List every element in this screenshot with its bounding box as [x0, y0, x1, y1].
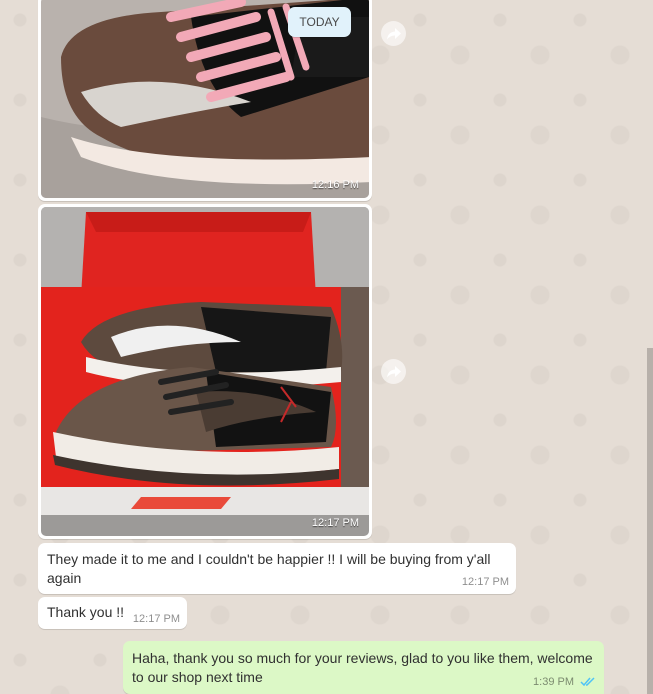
- scrollbar[interactable]: [647, 348, 653, 694]
- forward-icon: [386, 365, 401, 377]
- image-message[interactable]: 12:17 PM: [38, 204, 372, 539]
- date-badge: TODAY: [288, 7, 351, 37]
- message-time: 12:17 PM: [311, 517, 359, 529]
- forward-icon: [386, 27, 401, 39]
- outgoing-message[interactable]: Haha, thank you so much for your reviews…: [123, 641, 604, 694]
- message-time: 12:17 PM: [461, 576, 509, 588]
- message-time: 12:17 PM: [132, 613, 180, 625]
- shoe-photo-2[interactable]: 12:17 PM: [41, 207, 369, 536]
- message-time: 1:39 PM: [533, 676, 574, 688]
- message-text: Thank you !!: [47, 604, 125, 620]
- message-text: Haha, thank you so much for your reviews…: [132, 650, 593, 685]
- incoming-message[interactable]: They made it to me and I couldn't be hap…: [38, 543, 516, 594]
- message-time: 12:16 PM: [311, 179, 359, 191]
- incoming-message[interactable]: Thank you !! 12:17 PM: [38, 597, 187, 629]
- forward-button[interactable]: [381, 21, 406, 46]
- message-text: They made it to me and I couldn't be hap…: [47, 551, 491, 586]
- forward-button[interactable]: [381, 359, 406, 384]
- double-check-icon: [580, 677, 595, 687]
